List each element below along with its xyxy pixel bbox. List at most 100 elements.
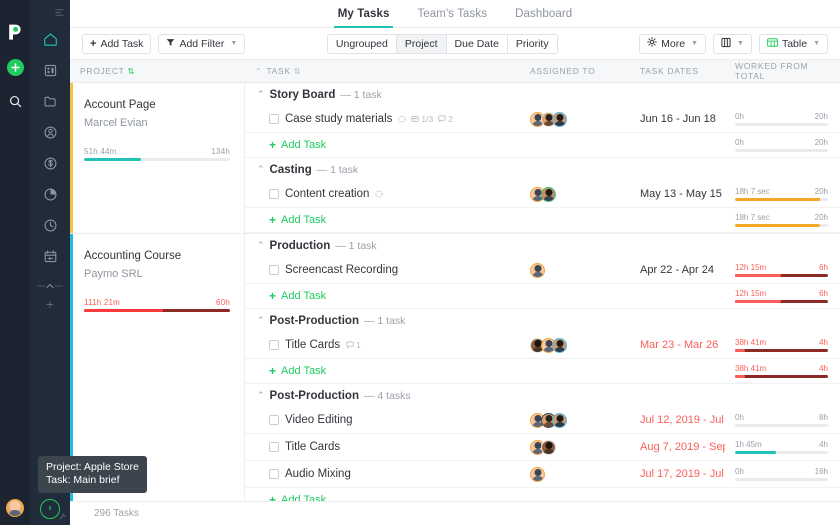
task-cell[interactable]: Title Cards 1 [245,339,520,351]
chevron-up-icon[interactable]: ⌃ [257,90,265,99]
task-checkbox[interactable] [269,114,279,124]
table-row[interactable]: Screencast Recording Apr 22 - Apr 24 12h 1… [245,257,840,284]
view-switch-button[interactable]: Table ▼ [758,33,829,54]
sidebar-item-scheduling[interactable] [37,243,63,269]
user-avatar[interactable] [6,499,24,517]
task-dates-cell[interactable]: Apr 22 - Apr 24 [630,264,725,276]
add-task-row[interactable]: + Add Task 0h 20h [245,133,840,158]
assigned-cell[interactable] [520,186,630,202]
tab-teams-tasks[interactable]: Team's Tasks [403,0,501,27]
chevron-up-icon[interactable]: ⌃ [257,316,265,325]
assigned-cell[interactable] [520,466,630,482]
task-checkbox[interactable] [269,442,279,452]
task-dates-cell[interactable]: Mar 23 - Mar 26 [630,339,725,351]
avatar-group[interactable] [530,439,556,455]
table-row[interactable]: Content creation May 13 - May 15 18h 7 sec… [245,181,840,208]
add-task-row[interactable]: + Add Task 18h 7 sec 20h [245,208,840,233]
table-row[interactable]: Case study materials 1/3 2 Jun 16 - Jun 18 0… [245,106,840,133]
task-dates-cell[interactable]: Jul 12, 2019 - Jul 2... [630,414,725,426]
assigned-cell[interactable] [520,111,630,127]
task-dates-cell[interactable]: Jun 16 - Jun 18 [630,113,725,125]
table-row[interactable]: Audio Mixing Jul 17, 2019 - Jul 1... 0h 16h [245,461,840,488]
chevron-up-icon[interactable]: ⌃ [257,165,265,174]
add-task-link[interactable]: + Add Task [245,139,520,151]
paymo-logo-icon[interactable] [6,22,25,41]
task-group-header[interactable]: ⌃ Post-Production — 4 tasks [245,384,840,407]
add-task-row[interactable]: + Add Task 38h 41m 4h [245,359,840,384]
task-checkbox[interactable] [269,189,279,199]
sidebar-item-projects[interactable] [37,88,63,114]
task-cell[interactable]: Content creation [245,188,520,200]
task-cell[interactable]: Title Cards [245,441,520,453]
column-header-task[interactable]: ⌃ TASK ⇅ [245,60,520,82]
task-dates-cell[interactable]: Jul 17, 2019 - Jul 1... [630,468,725,480]
task-group-header[interactable]: ⌃ Production — 1 task [245,234,840,257]
project-summary[interactable]: Account Page Marcel Evian 51h 44m 134h [70,83,245,233]
chevron-up-icon[interactable]: ⌃ [257,241,265,250]
avatar[interactable] [552,111,567,127]
task-checkbox[interactable] [269,340,279,350]
add-task-row[interactable]: + Add Task [245,488,840,501]
avatar[interactable] [530,262,545,278]
add-task-link[interactable]: + Add Task [245,365,520,377]
assigned-cell[interactable] [520,439,630,455]
sidebar-item-invoices[interactable] [37,150,63,176]
sidebar-item-home[interactable] [37,26,63,52]
task-table-body[interactable]: Account Page Marcel Evian 51h 44m 134h ⌃ Stor… [70,83,840,501]
column-header-assigned[interactable]: ASSIGNED TO [520,60,630,82]
add-task-row[interactable]: + Add Task 12h 15m 6h [245,284,840,309]
chevron-up-icon[interactable]: ⌃ [257,391,265,400]
sidebar-item-timesheets[interactable] [37,212,63,238]
add-task-button[interactable]: + Add Task [82,33,152,54]
wrench-icon[interactable] [58,510,67,524]
project-name[interactable]: Account Page [84,99,230,111]
task-group-header[interactable]: ⌃ Post-Production — 1 task [245,309,840,332]
avatar-group[interactable] [530,111,567,127]
group-project[interactable]: Project [396,34,447,53]
task-cell[interactable]: Audio Mixing [245,468,520,480]
task-cell[interactable]: Screencast Recording [245,264,520,276]
tab-my-tasks[interactable]: My Tasks [324,0,404,28]
avatar-group[interactable] [530,337,567,353]
table-row[interactable]: Video Editing Jul 12, 2019 - Jul 2... 0h 8h [245,407,840,434]
task-dates-cell[interactable]: Aug 7, 2019 - Sep ... [630,441,725,453]
task-group-header[interactable]: ⌃ Casting — 1 task [245,158,840,181]
more-button[interactable]: More ▼ [639,33,707,54]
add-filter-button[interactable]: Add Filter ▼ [158,33,246,54]
assigned-cell[interactable] [520,412,630,428]
avatar[interactable] [541,439,556,455]
search-icon[interactable] [9,95,22,111]
group-ungrouped[interactable]: Ungrouped [327,34,397,53]
add-task-link[interactable]: + Add Task [245,214,520,226]
task-checkbox[interactable] [269,469,279,479]
collapse-rail-icon[interactable] [55,6,64,20]
avatar-group[interactable] [530,412,567,428]
sidebar-item-people[interactable] [37,119,63,145]
avatar-group[interactable] [530,186,556,202]
project-name[interactable]: Accounting Course [84,250,230,262]
assigned-cell[interactable] [520,337,630,353]
sidebar-item-clients[interactable] [37,57,63,83]
avatar-group[interactable] [530,262,545,278]
avatar[interactable] [552,412,567,428]
timer-play-icon[interactable] [40,499,60,519]
group-due-date[interactable]: Due Date [446,34,508,53]
task-dates-cell[interactable]: May 13 - May 15 [630,188,725,200]
task-cell[interactable]: Video Editing [245,414,520,426]
task-checkbox[interactable] [269,415,279,425]
column-header-worked[interactable]: WORKED FROM TOTAL [725,60,840,82]
avatar[interactable] [552,337,567,353]
quick-add-button[interactable] [6,59,24,76]
task-cell[interactable]: Case study materials 1/3 2 [245,113,520,125]
sidebar-item-reports[interactable] [37,181,63,207]
avatar-group[interactable] [530,466,545,482]
add-task-link[interactable]: + Add Task [245,494,520,501]
avatar[interactable] [530,466,545,482]
assigned-cell[interactable] [520,262,630,278]
group-priority[interactable]: Priority [507,34,557,53]
task-checkbox[interactable] [269,265,279,275]
columns-button[interactable]: ▼ [713,33,752,54]
task-group-header[interactable]: ⌃ Story Board — 1 task [245,83,840,106]
table-row[interactable]: Title Cards 1 Mar 23 - Mar 26 38h 41m 4h [245,332,840,359]
rail-add-module-button[interactable]: + [46,296,54,312]
